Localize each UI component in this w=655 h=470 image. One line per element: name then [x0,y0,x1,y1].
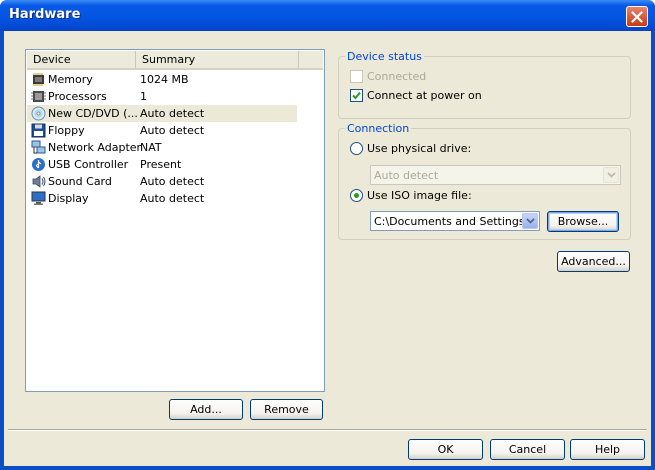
iso-image-path-value: C:\Documents and Settings\ [374,215,522,228]
use-iso-image-label: Use ISO image file: [367,189,472,202]
connect-at-power-on-label: Connect at power on [367,89,482,102]
device-row-network-adapter[interactable]: Network Adapter NAT [27,139,297,156]
column-header-device[interactable]: Device [27,51,136,68]
device-status-legend: Device status [345,50,424,63]
ok-button[interactable]: OK [408,439,483,460]
close-icon [631,10,643,23]
device-summary: Auto detect [140,124,205,137]
device-summary: 1 [140,90,147,103]
remove-button[interactable]: Remove [250,399,323,420]
floppy-icon [31,123,46,138]
device-status-group: Device status Connected Connect at power… [338,50,631,119]
hardware-window: Hardware Device Summary Memory 1024 MB P… [0,0,655,470]
device-name: Network Adapter [48,141,142,154]
title-bar[interactable]: Hardware [0,0,655,31]
browse-button[interactable]: Browse... [547,211,619,232]
device-name: Processors [48,90,107,103]
physical-drive-dropdown-button[interactable] [603,167,619,183]
network-adapter-icon [31,140,46,154]
physical-drive-value: Auto detect [374,169,439,182]
device-row-display[interactable]: Display Auto detect [27,190,297,207]
iso-image-path-input[interactable]: C:\Documents and Settings\ [370,211,540,231]
connected-label: Connected [367,70,427,83]
close-button[interactable] [626,6,648,27]
checkmark-icon [352,91,361,100]
memory-icon [33,73,44,86]
help-button[interactable]: Help [570,439,645,460]
device-summary: Present [140,158,182,171]
cd-dvd-icon [31,106,46,121]
device-list-header: Device Summary [27,51,323,70]
device-summary: 1024 MB [140,73,189,86]
device-summary: Auto detect [140,107,205,120]
display-icon [31,191,46,205]
sound-card-icon [32,175,46,188]
device-row-processors[interactable]: Processors 1 [27,88,297,105]
column-header-summary[interactable]: Summary [136,51,299,68]
usb-icon [32,158,45,171]
device-name: Sound Card [48,175,112,188]
device-list[interactable]: Device Summary Memory 1024 MB Processors… [25,49,325,392]
device-row-sound-card[interactable]: Sound Card Auto detect [27,173,297,190]
device-name: USB Controller [48,158,129,171]
connected-checkbox[interactable] [350,70,363,83]
device-name: Display [48,192,89,205]
device-summary: Auto detect [140,175,205,188]
physical-drive-select[interactable]: Auto detect [370,165,621,185]
use-physical-drive-radio[interactable] [350,142,363,155]
chevron-down-icon [606,172,616,178]
processor-icon [31,91,46,102]
device-row-cd-dvd[interactable]: New CD/DVD (... Auto detect [27,105,297,122]
window-title: Hardware [9,7,81,22]
device-row-usb-controller[interactable]: USB Controller Present [27,156,297,173]
device-row-memory[interactable]: Memory 1024 MB [27,71,297,88]
dialog-client-area: Device Summary Memory 1024 MB Processors… [4,31,651,466]
use-iso-image-radio[interactable] [350,189,363,202]
add-button[interactable]: Add... [169,399,243,420]
device-summary: Auto detect [140,192,205,205]
device-row-floppy[interactable]: Floppy Auto detect [27,122,297,139]
device-summary: NAT [140,141,162,154]
iso-image-dropdown-button[interactable] [522,213,538,229]
connection-legend: Connection [345,122,412,135]
advanced-button[interactable]: Advanced... [557,251,630,272]
chevron-down-icon [525,218,535,224]
device-name: New CD/DVD (... [48,107,138,120]
footer-separator [8,429,647,431]
device-name: Floppy [48,124,85,137]
cancel-button[interactable]: Cancel [490,439,565,460]
connection-group: Connection Use physical drive: Auto dete… [338,122,631,240]
use-physical-drive-label: Use physical drive: [367,142,472,155]
connect-at-power-on-checkbox[interactable] [350,89,363,102]
device-name: Memory [48,73,93,86]
